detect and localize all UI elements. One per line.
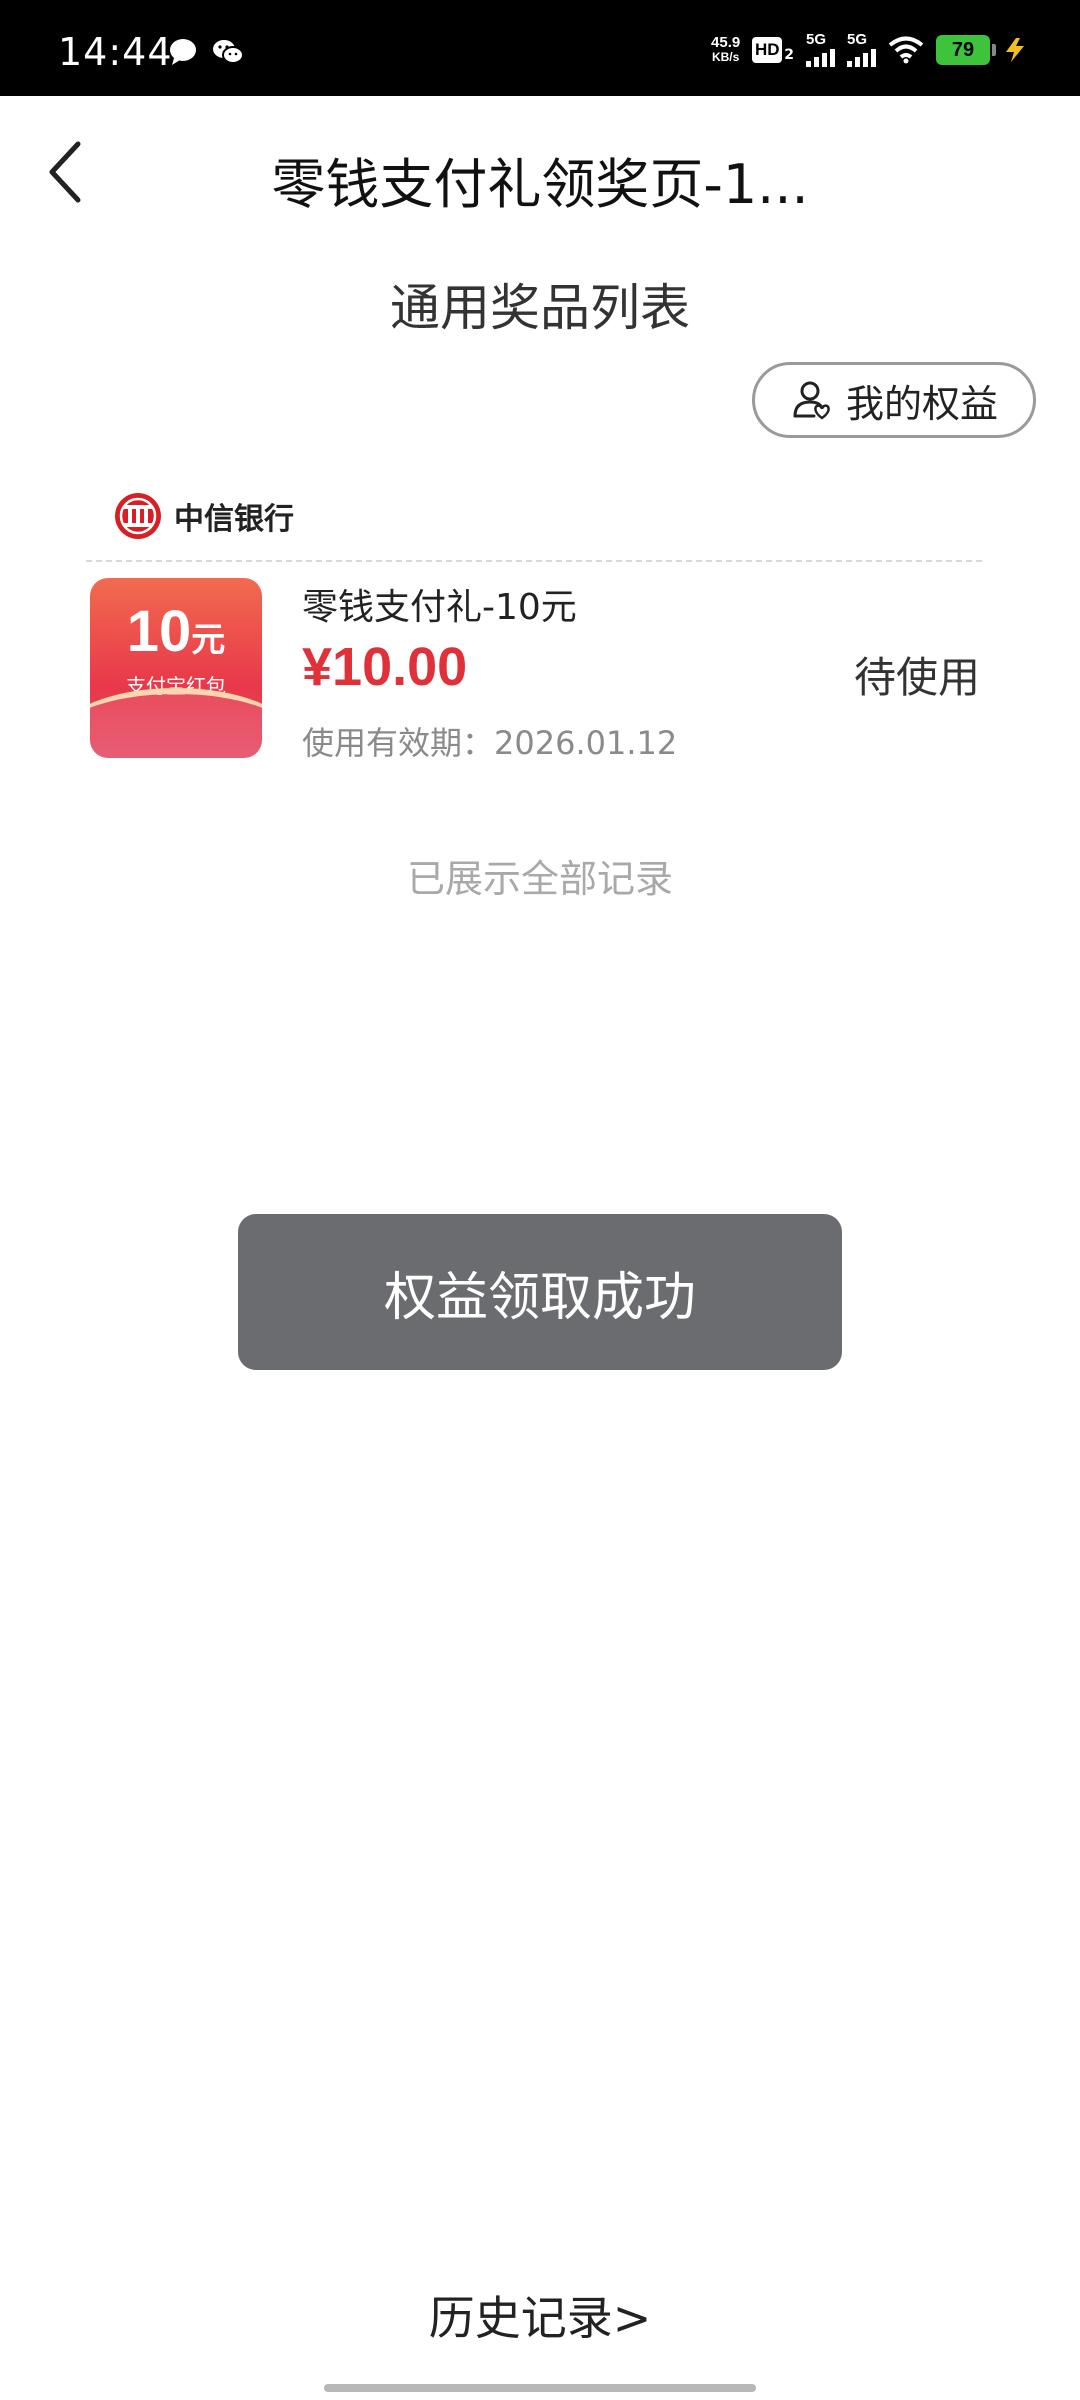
dashed-divider <box>86 560 982 562</box>
bank-header: 中信银行 <box>114 492 294 540</box>
chevron-left-icon <box>49 141 81 203</box>
hd-indicator: HD 2 <box>752 37 794 63</box>
prize-name: 零钱支付礼-10元 <box>302 587 577 628</box>
thumb-amount-value: 10 <box>126 599 192 664</box>
prize-price: ¥10.00 <box>302 637 468 697</box>
net-speed-unit: KB/s <box>711 50 740 64</box>
status-notification-icons <box>168 38 244 66</box>
wechat-icon <box>213 40 244 64</box>
success-toast: 权益领取成功 <box>238 1214 842 1370</box>
user-rights-icon <box>793 381 830 420</box>
net-speed-value: 45.9 <box>711 34 741 51</box>
signal-1-bars-icon <box>806 47 835 67</box>
signal-2: 5G <box>847 31 876 67</box>
hd-badge: HD <box>752 37 783 63</box>
list-end-text: 已展示全部记录 <box>406 857 673 901</box>
citic-bank-logo-icon <box>115 493 161 539</box>
thumb-amount-unit: 元 <box>191 621 226 659</box>
home-indicator[interactable] <box>324 2384 756 2392</box>
toast-message: 权益领取成功 <box>383 1267 696 1328</box>
prize-expiry: 使用有效期：2026.01.12 <box>302 724 678 762</box>
hd-sub: 2 <box>784 47 794 63</box>
charging-bolt-icon <box>1006 38 1024 62</box>
battery-indicator: 79 <box>936 35 996 65</box>
nav-header: 零钱支付礼领奖页-1... <box>0 96 1080 246</box>
bank-name: 中信银行 <box>174 502 294 537</box>
my-rights-button[interactable]: 我的权益 <box>752 362 1036 438</box>
signal-2-label: 5G <box>847 31 868 48</box>
wifi-icon <box>888 36 924 64</box>
message-bubble-icon <box>170 39 196 65</box>
status-right-icons: 45.9 KB/s HD 2 5G 5G 79 <box>711 30 1028 70</box>
prize-list-title: 通用奖品列表 <box>390 279 690 337</box>
status-time: 14:44 <box>58 30 173 74</box>
page: 14:44 45.9 KB/s HD 2 5G 5G 79 零钱支付礼领奖页-1… <box>0 0 1080 2400</box>
prize-status: 待使用 <box>853 653 980 702</box>
status-bar: 14:44 45.9 KB/s HD 2 5G 5G 79 <box>0 0 1080 96</box>
page-title: 零钱支付礼领奖页-1... <box>271 153 809 216</box>
signal-2-bars-icon <box>847 47 876 67</box>
prize-thumbnail: 10元 支付宝红包 <box>90 578 262 758</box>
back-button[interactable] <box>24 132 104 212</box>
thumb-wave-decoration <box>90 688 262 758</box>
thumb-amount: 10元 <box>90 598 262 665</box>
prize-item[interactable]: 10元 支付宝红包 零钱支付礼-10元 ¥10.00 使用有效期：2026.01… <box>90 578 990 762</box>
signal-1-label: 5G <box>806 31 827 48</box>
history-link[interactable]: 历史记录> <box>0 2282 1080 2348</box>
signal-1: 5G <box>806 31 835 67</box>
net-speed: 45.9 KB/s <box>711 35 740 65</box>
my-rights-label: 我的权益 <box>845 381 998 426</box>
